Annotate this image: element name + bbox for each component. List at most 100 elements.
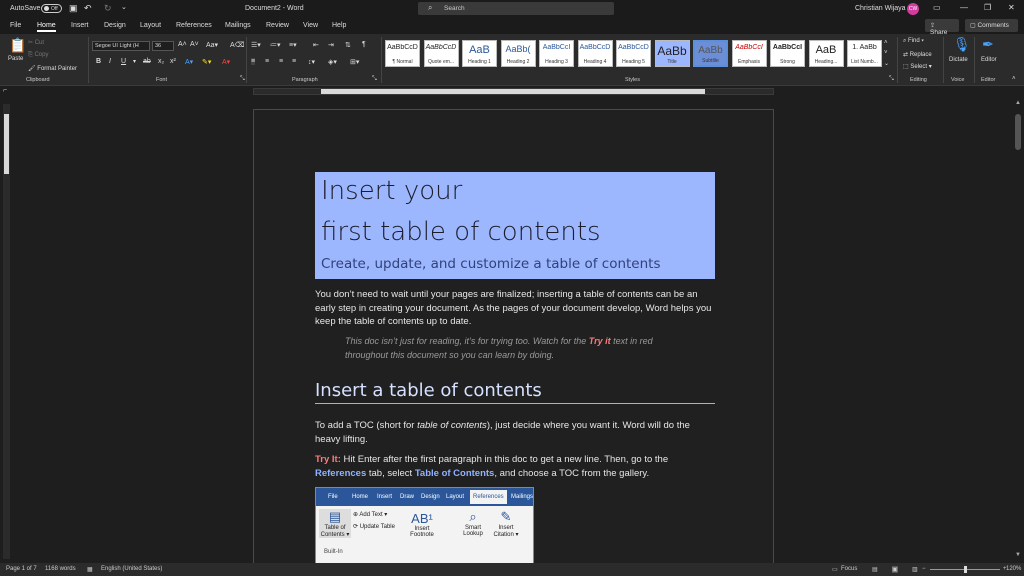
user-name[interactable]: Christian Wijaya	[855, 5, 906, 12]
web-layout-icon[interactable]: ▥	[912, 566, 918, 573]
scroll-down-icon[interactable]: ▼	[1015, 552, 1021, 558]
increase-indent-icon[interactable]: ⇥	[328, 41, 334, 49]
style-emphasis[interactable]: AaBbCcI Emphasis	[731, 40, 767, 67]
font-family-select[interactable]: Segoe UI Light (H	[92, 41, 150, 51]
proofing-icon[interactable]: ▦	[87, 566, 93, 573]
shading-icon[interactable]: ◈▾	[328, 58, 337, 66]
focus-button[interactable]: Focus	[841, 566, 857, 572]
style-list-numb[interactable]: 1. AaBb List Numb...	[847, 40, 882, 67]
redo-icon[interactable]: ↻	[104, 3, 112, 14]
style-normal[interactable]: AaBbCcD ¶ Normal	[385, 40, 420, 67]
style-strong[interactable]: AaBbCcI Strong	[770, 40, 805, 67]
italic-icon[interactable]: I	[109, 58, 111, 65]
zoom-level[interactable]: 120%	[1006, 566, 1021, 572]
borders-icon[interactable]: ⊞▾	[350, 58, 359, 66]
vertical-ruler[interactable]	[3, 104, 10, 559]
styles-scroll-down-icon[interactable]: ˅	[884, 50, 888, 56]
multilevel-list-icon[interactable]: ≡▾	[289, 41, 297, 49]
underline-dropdown-icon[interactable]: ▾	[133, 58, 136, 65]
editor-icon[interactable]: ✒	[982, 36, 994, 53]
cut-button[interactable]: ✂ Cut	[28, 39, 44, 46]
justify-icon[interactable]: ≡	[292, 58, 296, 65]
line-spacing-icon[interactable]: ↕▾	[308, 58, 315, 66]
style-heading[interactable]: AaB Heading...	[808, 40, 844, 67]
superscript-icon[interactable]: x²	[170, 58, 176, 65]
vertical-scrollbar[interactable]: ▲ ▼	[1013, 98, 1023, 561]
comments-button[interactable]: ▢ Comments	[965, 19, 1018, 32]
tab-insert[interactable]: Insert	[71, 22, 89, 29]
maximize-icon[interactable]: ❐	[984, 3, 991, 12]
avatar[interactable]: CW	[907, 3, 919, 15]
page-count[interactable]: Page 1 of 7	[6, 566, 37, 572]
read-mode-icon[interactable]: ▤	[872, 566, 878, 573]
word-count[interactable]: 1168 words	[45, 566, 76, 572]
style-heading-5[interactable]: AaBbCcD Heading 5	[616, 40, 651, 67]
show-marks-icon[interactable]: ¶	[362, 41, 366, 48]
align-left-icon[interactable]: ≡	[251, 58, 256, 65]
scroll-up-icon[interactable]: ▲	[1015, 100, 1021, 106]
tab-help[interactable]: Help	[332, 22, 346, 29]
focus-icon[interactable]: ▭	[832, 566, 838, 573]
font-dialog-icon[interactable]: ⤡	[240, 76, 245, 83]
collapse-ribbon-icon[interactable]: ˄	[1012, 76, 1016, 82]
bullets-icon[interactable]: ☰▾	[251, 41, 261, 49]
tab-review[interactable]: Review	[266, 22, 289, 29]
styles-scroll-up-icon[interactable]: ˄	[884, 40, 888, 46]
tab-mailings[interactable]: Mailings	[225, 22, 251, 29]
minimize-icon[interactable]: —	[960, 3, 968, 12]
grow-font-icon[interactable]: A˄	[178, 41, 187, 48]
share-button[interactable]: ⇪ Share	[925, 19, 959, 36]
replace-button[interactable]: ⇄ Replace	[903, 51, 932, 58]
decrease-indent-icon[interactable]: ⇤	[313, 41, 319, 49]
underline-icon[interactable]: U	[121, 58, 126, 65]
scroll-thumb[interactable]	[1015, 114, 1021, 150]
zoom-out-icon[interactable]: −	[922, 566, 926, 572]
customize-toolbar-icon[interactable]: ⌄	[121, 3, 127, 11]
styles-dialog-icon[interactable]: ⤡	[889, 76, 894, 83]
style-quote-em[interactable]: AaBbCcD Quote em...	[423, 40, 459, 67]
paste-icon[interactable]: 📋	[9, 37, 26, 54]
tab-references[interactable]: References	[176, 22, 212, 29]
strikethrough-icon[interactable]: ab	[143, 58, 151, 65]
tab-design[interactable]: Design	[104, 22, 126, 29]
style-heading-2[interactable]: AaBb(Heading 2	[500, 40, 536, 67]
ribbon-display-icon[interactable]: ▭	[933, 3, 941, 12]
change-case-icon[interactable]: Aa▾	[206, 41, 218, 49]
document-page[interactable]: Insert your first table of contents Crea…	[253, 109, 774, 569]
align-center-icon[interactable]: ≡	[265, 58, 269, 65]
find-button[interactable]: ⌕ Find ▾	[903, 38, 924, 45]
format-painter-button[interactable]: 🖌 Format Painter	[28, 65, 77, 72]
paragraph-dialog-icon[interactable]: ⤡	[372, 76, 377, 83]
paste-button[interactable]: Paste	[8, 56, 23, 62]
sort-icon[interactable]: ⇅	[345, 41, 351, 49]
microphone-icon[interactable]: 🎙	[953, 36, 971, 53]
select-button[interactable]: ⬚ Select ▾	[903, 63, 932, 70]
font-size-select[interactable]: 36	[152, 41, 174, 51]
shrink-font-icon[interactable]: A˅	[190, 41, 199, 48]
save-icon[interactable]: ▣	[69, 3, 78, 14]
search-input[interactable]: ⌕ Search	[418, 2, 614, 15]
font-color-icon[interactable]: A▾	[222, 58, 230, 66]
language-label[interactable]: English (United States)	[101, 566, 162, 572]
print-layout-icon[interactable]: ▣	[892, 566, 898, 573]
tab-view[interactable]: View	[303, 22, 318, 29]
tab-file[interactable]: File	[10, 22, 21, 29]
editor-button[interactable]: Editor	[981, 57, 997, 63]
horizontal-ruler[interactable]: ⌐	[0, 86, 1024, 98]
bold-icon[interactable]: B	[96, 58, 101, 65]
copy-button[interactable]: ⎘ Copy	[28, 52, 48, 59]
style-title[interactable]: AaBb Title	[654, 40, 690, 67]
subscript-icon[interactable]: x₂	[158, 58, 164, 65]
references-ribbon-image[interactable]: File Home Insert Draw Design Layout Refe…	[315, 487, 534, 567]
numbering-icon[interactable]: ≔▾	[270, 41, 281, 49]
style-heading-4[interactable]: AaBbCcD Heading 4	[577, 40, 613, 67]
undo-icon[interactable]: ↶	[84, 3, 92, 14]
autosave-toggle[interactable]: Off	[41, 4, 62, 13]
tab-home[interactable]: Home	[37, 22, 56, 32]
style-heading-3[interactable]: AaBbCcI Heading 3	[539, 40, 574, 67]
dictate-button[interactable]: Dictate	[949, 57, 968, 63]
clear-formatting-icon[interactable]: A⌫	[230, 41, 245, 49]
highlight-icon[interactable]: ✎▾	[202, 58, 211, 66]
styles-more-icon[interactable]: ⌄	[884, 60, 889, 67]
close-icon[interactable]: ✕	[1008, 3, 1015, 12]
